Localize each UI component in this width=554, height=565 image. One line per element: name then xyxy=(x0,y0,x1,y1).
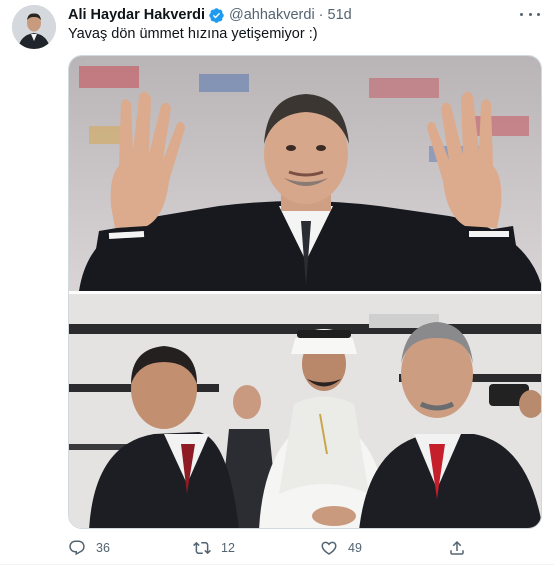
reply-icon xyxy=(69,540,85,556)
retweet-count: 12 xyxy=(221,541,235,555)
like-button[interactable]: 49 xyxy=(320,536,362,560)
tweet-text: Yavaş dön ümmet hızına yetişemiyor :) xyxy=(68,26,318,42)
media-grid xyxy=(68,55,542,529)
retweet-icon xyxy=(193,541,211,555)
photo-top-image xyxy=(69,56,541,291)
action-bar: 36 12 49 xyxy=(68,536,468,560)
tweet[interactable]: Ali Haydar Hakverdi @ahhakverdi · 51d Ya… xyxy=(0,0,554,565)
more-options-icon[interactable] xyxy=(520,7,540,21)
author-name[interactable]: Ali Haydar Hakverdi xyxy=(68,7,205,23)
verified-badge-icon xyxy=(209,7,224,23)
photo-bottom-image xyxy=(69,294,541,528)
share-icon xyxy=(450,540,464,555)
heart-icon xyxy=(321,541,337,555)
avatar[interactable] xyxy=(12,5,56,49)
reply-count: 36 xyxy=(96,541,110,555)
author-handle[interactable]: @ahhakverdi xyxy=(229,7,315,23)
photo-bottom[interactable] xyxy=(69,294,541,528)
separator-dot: · xyxy=(318,7,324,23)
avatar-image xyxy=(12,5,56,49)
tweet-header: Ali Haydar Hakverdi @ahhakverdi · 51d xyxy=(68,6,352,24)
photo-top[interactable] xyxy=(69,56,541,291)
reply-button[interactable]: 36 xyxy=(68,536,110,560)
share-button[interactable] xyxy=(448,536,466,560)
like-count: 49 xyxy=(348,541,362,555)
retweet-button[interactable]: 12 xyxy=(193,536,235,560)
timestamp[interactable]: 51d xyxy=(328,7,352,23)
